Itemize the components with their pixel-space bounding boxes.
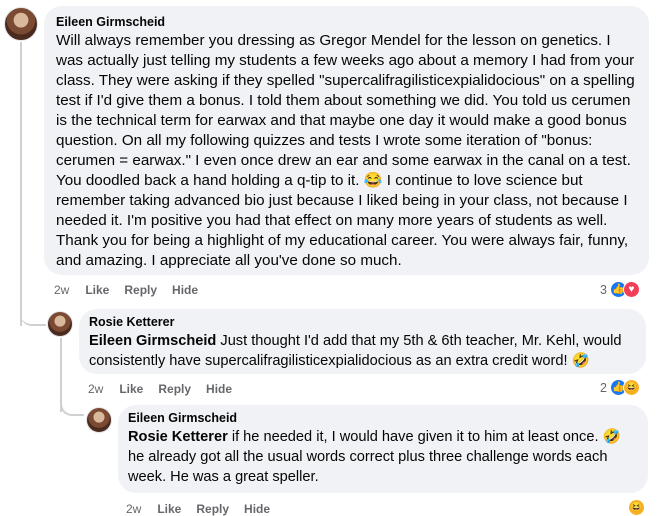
comment-text: Rosie Ketterer if he needed it, I would … — [128, 427, 638, 487]
mention-link[interactable]: Rosie Ketterer — [128, 429, 228, 445]
reply-button[interactable]: Reply — [158, 382, 191, 396]
avatar[interactable] — [47, 311, 73, 337]
comment-timestamp[interactable]: 2w — [54, 283, 69, 297]
haha-icon: 😆 — [628, 499, 645, 516]
thread-connector-1 — [20, 300, 46, 326]
avatar[interactable] — [4, 7, 38, 41]
reaction-count: 2 — [600, 380, 607, 395]
reaction-summary[interactable]: 😆 — [628, 499, 645, 516]
like-button[interactable]: Like — [157, 502, 181, 516]
reply-button[interactable]: Reply — [124, 283, 157, 297]
like-button[interactable]: Like — [85, 283, 109, 297]
hide-button[interactable]: Hide — [172, 283, 198, 297]
reply-button[interactable]: Reply — [196, 502, 229, 516]
comment-author[interactable]: Rosie Ketterer — [89, 315, 636, 329]
comment-text: Will always remember you dressing as Gre… — [56, 32, 635, 269]
hide-button[interactable]: Hide — [244, 502, 270, 516]
thread-line-main — [20, 42, 22, 326]
like-button[interactable]: Like — [119, 382, 143, 396]
comment-actions: 2w Like Reply Hide — [88, 382, 232, 396]
comment-bubble: Eileen Girmscheid Rosie Ketterer if he n… — [118, 405, 648, 493]
thread-connector-2 — [60, 394, 84, 416]
reaction-summary[interactable]: 3 👍 ♥ — [600, 281, 640, 298]
comment-bubble: Rosie Ketterer Eileen Girmscheid Just th… — [79, 309, 646, 374]
mention-link[interactable]: Eileen Girmscheid — [89, 333, 216, 349]
comment-timestamp[interactable]: 2w — [88, 382, 103, 396]
haha-icon: 😆 — [622, 379, 640, 396]
comment-text: Eileen Girmscheid Just thought I'd add t… — [89, 331, 636, 371]
reaction-count: 3 — [600, 282, 607, 297]
comment-author[interactable]: Eileen Girmscheid — [128, 411, 638, 425]
avatar[interactable] — [86, 407, 112, 433]
comment-bubble: Eileen Girmscheid Will always remember y… — [44, 6, 649, 275]
reaction-summary[interactable]: 2 👍 😆 — [600, 379, 640, 396]
comment-timestamp[interactable]: 2w — [126, 502, 141, 516]
comment-actions: 2w Like Reply Hide — [54, 283, 198, 297]
comment-author[interactable]: Eileen Girmscheid — [56, 15, 637, 29]
love-icon: ♥ — [622, 281, 640, 298]
hide-button[interactable]: Hide — [206, 382, 232, 396]
comment-actions: 2w Like Reply Hide — [126, 502, 270, 516]
